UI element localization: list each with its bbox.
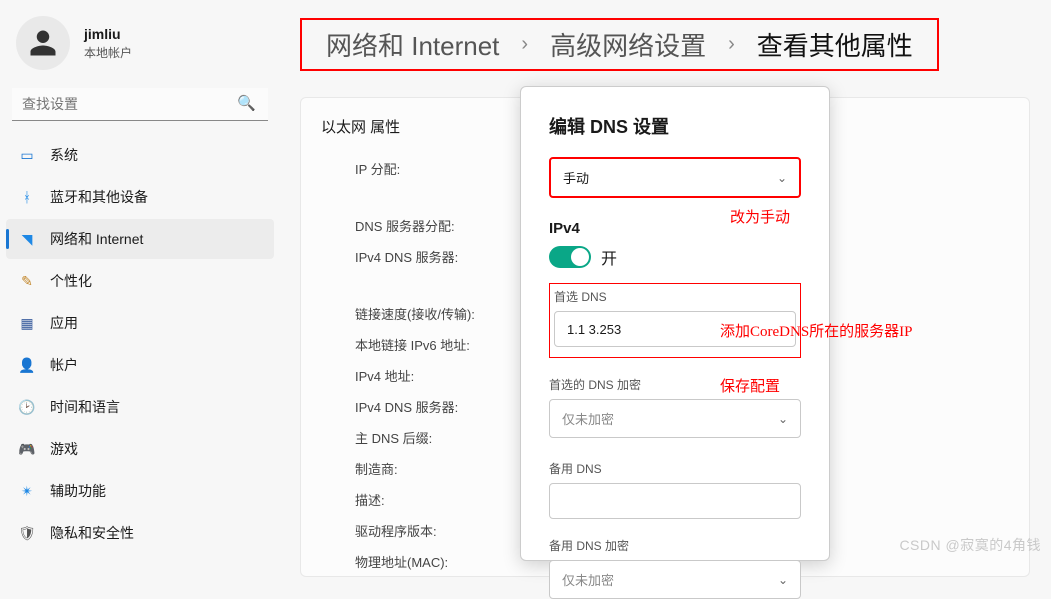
person-icon: 👤 [18, 356, 36, 374]
chevron-right-icon: › [728, 33, 735, 56]
chevron-down-icon: ⌄ [778, 412, 788, 426]
annotation-save-config: 保存配置 [720, 375, 780, 396]
sidebar-item-privacy[interactable]: 🛡 隐私和安全性 [6, 513, 274, 553]
chevron-right-icon: › [521, 33, 528, 56]
alt-dns-input[interactable] [549, 483, 801, 519]
sidebar-item-personalization[interactable]: ✎ 个性化 [6, 261, 274, 301]
preferred-dns-label: 首选 DNS [554, 288, 796, 305]
sidebar-item-time-language[interactable]: 🕑 时间和语言 [6, 387, 274, 427]
game-icon: 🎮 [18, 440, 36, 458]
breadcrumb-item-2[interactable]: 高级网络设置 [550, 26, 706, 63]
chevron-down-icon: ⌄ [778, 573, 788, 587]
sidebar-item-system[interactable]: ▭ 系统 [6, 135, 274, 175]
alt-enc-select[interactable]: 仅未加密 ⌄ [549, 560, 801, 599]
bluetooth-icon: ᚼ [18, 188, 36, 206]
display-icon: ▭ [18, 146, 36, 164]
shield-icon: 🛡 [18, 524, 36, 542]
sidebar-item-gaming[interactable]: 🎮 游戏 [6, 429, 274, 469]
annotation-change-to-manual: 改为手动 [730, 206, 790, 227]
clock-icon: 🕑 [18, 398, 36, 416]
sidebar-item-label: 游戏 [50, 439, 78, 459]
sidebar-item-label: 帐户 [50, 355, 78, 375]
sidebar-item-label: 个性化 [50, 271, 92, 291]
sidebar-item-label: 网络和 Internet [50, 229, 143, 249]
user-name: jimliu [84, 26, 132, 42]
brush-icon: ✎ [18, 272, 36, 290]
breadcrumb-item-3: 查看其他属性 [757, 26, 913, 63]
dialog-title: 编辑 DNS 设置 [549, 113, 801, 139]
sidebar-item-bluetooth[interactable]: ᚼ 蓝牙和其他设备 [6, 177, 274, 217]
wifi-icon: ︎◥ [18, 230, 36, 248]
sidebar-nav: ▭ 系统 ᚼ 蓝牙和其他设备 ︎◥ 网络和 Internet ✎ 个性化 ▦ 应用 👤 帐户… [6, 135, 274, 553]
sidebar-item-label: 时间和语言 [50, 397, 120, 417]
sidebar-item-label: 系统 [50, 145, 78, 165]
sidebar-item-accounts[interactable]: 👤 帐户 [6, 345, 274, 385]
ipv4-toggle[interactable] [549, 246, 591, 268]
alt-dns-label: 备用 DNS [549, 460, 801, 477]
sidebar-item-apps[interactable]: ▦ 应用 [6, 303, 274, 343]
sidebar-item-network[interactable]: ︎◥ 网络和 Internet [6, 219, 274, 259]
chevron-down-icon: ⌄ [777, 171, 787, 185]
sidebar-item-label: 辅助功能 [50, 481, 106, 501]
breadcrumb-item-1[interactable]: 网络和 Internet [326, 26, 499, 63]
breadcrumb: 网络和 Internet › 高级网络设置 › 查看其他属性 [300, 18, 939, 71]
preferred-enc-select[interactable]: 仅未加密 ⌄ [549, 399, 801, 438]
accessibility-icon: ✴ [18, 482, 36, 500]
search-icon: 🔍 [237, 94, 256, 112]
avatar [16, 16, 70, 70]
dns-mode-select[interactable]: 手动 ⌄ [549, 157, 801, 198]
sidebar-item-label: 蓝牙和其他设备 [50, 187, 148, 207]
watermark: CSDN @寂寞的4角钱 [899, 535, 1041, 555]
annotation-add-coredns-ip: 添加CoreDNS所在的服务器IP [720, 320, 913, 341]
sidebar-item-label: 隐私和安全性 [50, 523, 134, 543]
user-block[interactable]: jimliu 本地帐户 [6, 6, 274, 84]
search-input[interactable] [12, 88, 268, 121]
alt-enc-label: 备用 DNS 加密 [549, 537, 801, 554]
sidebar-item-accessibility[interactable]: ✴ 辅助功能 [6, 471, 274, 511]
sidebar-item-label: 应用 [50, 313, 78, 333]
dns-mode-value: 手动 [563, 171, 589, 186]
toggle-state: 开 [601, 245, 617, 269]
user-account-type: 本地帐户 [84, 44, 132, 61]
apps-icon: ▦ [18, 314, 36, 332]
